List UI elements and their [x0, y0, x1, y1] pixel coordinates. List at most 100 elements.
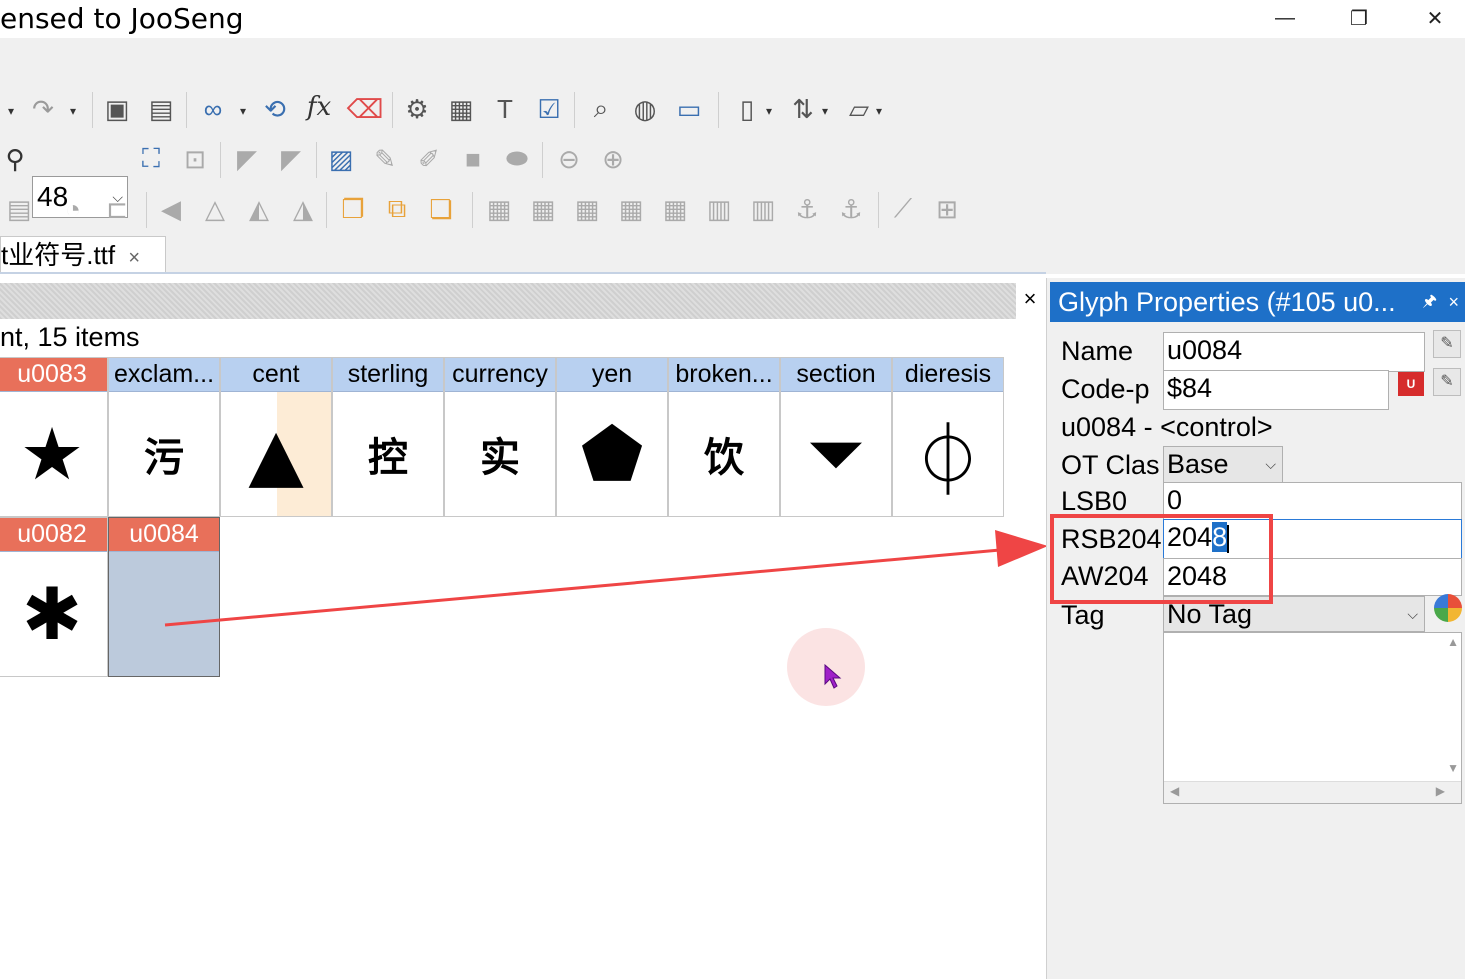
find-text-icon[interactable]: ⌕	[586, 93, 616, 124]
scroll-down-icon[interactable]: ▼	[1447, 761, 1459, 775]
notes-textarea[interactable]: ▲ ▼ ◀ ▶	[1163, 632, 1462, 804]
grid-merge-icon[interactable]: ▦	[616, 194, 646, 224]
link-icon[interactable]: ∞	[198, 94, 228, 124]
grid-lock-icon[interactable]: ▦	[660, 194, 690, 224]
glyph-properties-title: Glyph Properties (#105 u0...	[1058, 287, 1396, 317]
rotate-icon[interactable]: ◮	[288, 194, 318, 224]
scroll-up-icon[interactable]: ▲	[1447, 635, 1459, 649]
forward-arrow-icon[interactable]: ⊕	[598, 144, 628, 174]
unicode-description: u0084 - <control>	[1061, 412, 1273, 442]
anchor-lock-icon[interactable]: ⚓	[836, 194, 866, 224]
unlink-icon[interactable]: ⟲	[260, 94, 290, 124]
unicode-icon[interactable]: U	[1398, 372, 1424, 396]
ot-class-select[interactable]: Base ⌵	[1163, 446, 1283, 484]
rectangle-icon[interactable]: ■	[458, 144, 488, 174]
back-arrow-icon[interactable]: ⊖	[554, 144, 584, 174]
codepoint-field[interactable]: $84	[1163, 370, 1389, 410]
glyph-cell[interactable]: yen ⬟	[556, 357, 668, 517]
zoom-select-icon[interactable]: ⊡	[180, 144, 210, 174]
glyph-cell[interactable]: sterling 控	[332, 357, 444, 517]
ellipse-icon[interactable]: ⬬	[502, 143, 532, 174]
brush-icon[interactable]: ✎	[370, 144, 400, 174]
pointer-icon[interactable]: ◤	[232, 144, 262, 174]
close-button[interactable]: ✕	[1410, 0, 1460, 36]
scroll-right-icon[interactable]: ▶	[1436, 784, 1445, 798]
document-tab[interactable]: t业符号.ttf ×	[0, 236, 166, 274]
glyph-cell[interactable]: currency 实	[444, 357, 556, 517]
link-dropdown-arrow[interactable]: ▾	[240, 104, 246, 118]
pick-name-icon[interactable]: ✎	[1433, 330, 1461, 358]
new-glyph-icon[interactable]: ▤	[146, 94, 176, 124]
mirror-icon[interactable]: △	[200, 194, 230, 224]
eraser-icon[interactable]: ⌫	[347, 94, 384, 124]
fit-icon[interactable]: ⛶	[136, 143, 166, 174]
glyph-name-label: currency	[445, 358, 555, 392]
panel-close-icon[interactable]: ×	[1018, 286, 1042, 314]
panel-close-icon[interactable]: ×	[1448, 282, 1459, 322]
new-document-icon[interactable]: ▯	[732, 94, 762, 124]
flip-left-icon[interactable]: ◀	[156, 194, 186, 224]
glyph-name-label: u0084	[109, 518, 219, 552]
glyph-cell[interactable]: dieresis ⏀	[892, 357, 1004, 517]
export-icon[interactable]: ▱	[844, 94, 874, 124]
frame-icon[interactable]: ⊞	[932, 194, 962, 224]
codepoint-label: Code-p	[1061, 374, 1150, 404]
formula-icon[interactable]: fx	[304, 92, 334, 122]
document-dropdown-arrow[interactable]: ▾	[766, 104, 772, 118]
node-icon[interactable]: ⟋	[888, 193, 918, 224]
glyph-name-label: cent	[221, 358, 331, 392]
glyph-icon[interactable]: ▤	[4, 194, 34, 224]
text-transform-icon[interactable]: T	[490, 94, 520, 124]
sort-dropdown-arrow[interactable]: ▾	[822, 104, 828, 118]
merge-icon[interactable]: ⊏	[102, 194, 132, 224]
horizontal-scrollbar[interactable]: ◀ ▶	[1164, 781, 1461, 803]
glyph-cell[interactable]: section ⏷	[780, 357, 892, 517]
contour-pointer-icon[interactable]: ◤	[276, 144, 306, 174]
tab-close-icon[interactable]: ×	[128, 247, 140, 269]
preview-icon[interactable]: ▭	[674, 94, 704, 124]
validate-icon[interactable]: ☑	[534, 94, 564, 124]
window-title: ensed to JooSeng	[0, 2, 244, 35]
glyph-cell[interactable]: u0082 ✱	[0, 517, 108, 677]
scroll-left-icon[interactable]: ◀	[1170, 784, 1179, 798]
toolbar-separator	[186, 92, 187, 128]
glyph-cell[interactable]: cent ▲	[220, 357, 332, 517]
union-icon[interactable]: ❐	[338, 194, 368, 224]
grid-icon[interactable]: ▦	[484, 194, 514, 224]
maximize-button[interactable]: ❐	[1334, 0, 1384, 36]
glyph-cell[interactable]: broken... 饮	[668, 357, 780, 517]
properties-icon[interactable]: ⚙	[402, 94, 432, 124]
skew-icon[interactable]: ◭	[244, 194, 274, 224]
zoom-icon[interactable]: ⚲	[0, 144, 30, 174]
pick-codepoint-icon[interactable]: ✎	[1433, 368, 1461, 396]
glyph-cell[interactable]: u0083 ★	[0, 357, 108, 517]
anchor-icon[interactable]: ⚓	[792, 194, 822, 224]
pin-icon[interactable]: 🖈	[1422, 282, 1437, 322]
toolbar-separator	[220, 142, 221, 178]
name-field[interactable]: u0084	[1163, 332, 1425, 372]
new-composite-icon[interactable]: ▣	[102, 94, 132, 124]
redo-icon[interactable]: ↷	[28, 94, 58, 124]
export-dropdown-arrow[interactable]: ▾	[876, 104, 882, 118]
undo-dropdown-arrow[interactable]: ▾	[8, 104, 14, 118]
sort-az-icon[interactable]: ⇅	[788, 94, 818, 124]
toolbar: ▾ ↷ ▾ ▣ ▤ ∞ ▾ ⟲ fx ⌫ ⚙ ▦ T ☑ ⌕ ◍ ▭ ▯ ▾ ⇅…	[0, 38, 1465, 274]
grid-columns-icon[interactable]: ▥	[704, 194, 734, 224]
stopwatch-icon[interactable]: ◔	[58, 194, 88, 224]
intersect-icon[interactable]: ⧉	[382, 193, 412, 224]
pencil-icon[interactable]: ✐	[414, 144, 444, 174]
subtract-icon[interactable]: ❏	[426, 194, 456, 224]
image-icon[interactable]: ▨	[326, 144, 356, 174]
grid-lock2-icon[interactable]: ▥	[748, 194, 778, 224]
grid-link-icon[interactable]: ▦	[528, 194, 558, 224]
redo-dropdown-arrow[interactable]: ▾	[70, 104, 76, 118]
color-tag-icon[interactable]	[1434, 594, 1462, 622]
minimize-button[interactable]: —	[1260, 0, 1310, 36]
edit-table-icon[interactable]: ▦	[446, 94, 476, 124]
toolbar-separator	[392, 92, 393, 128]
glyph-name-label: dieresis	[893, 358, 1003, 392]
grid-rows-icon[interactable]: ▦	[572, 194, 602, 224]
web-text-icon[interactable]: ◍	[630, 94, 660, 124]
glyph-cell[interactable]: exclam... 污	[108, 357, 220, 517]
glyph-cell[interactable]: u0084	[108, 517, 220, 677]
